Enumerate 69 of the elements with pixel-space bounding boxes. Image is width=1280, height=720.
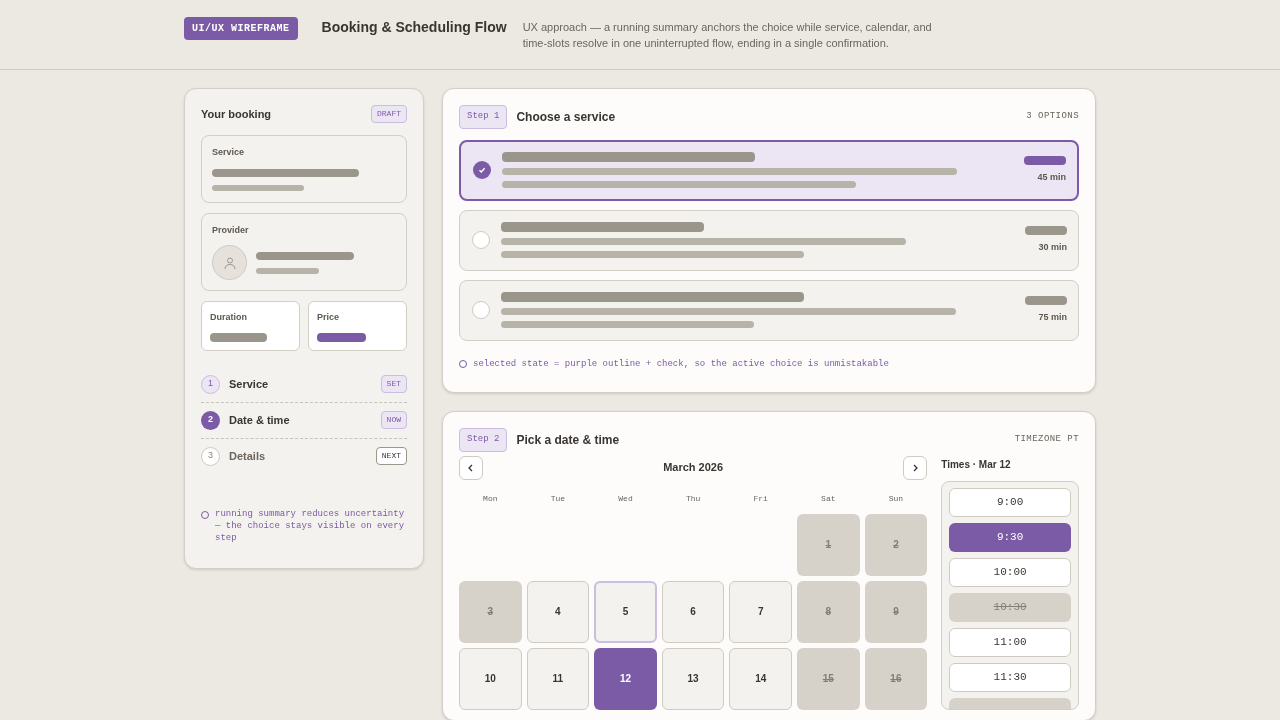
month-label: March 2026 [663, 460, 724, 476]
step-number: 2 [201, 410, 220, 430]
step-badge: Step 1 [459, 105, 508, 129]
step-tag: SET [380, 375, 407, 393]
weekday-label: Tue [549, 492, 567, 505]
skeleton-line [256, 267, 319, 274]
duration-text: 30 min [1038, 240, 1067, 254]
avatar-icon [212, 245, 247, 280]
time-slot[interactable]: 9:00 [949, 487, 1071, 517]
service-option[interactable]: 30 min [459, 209, 1079, 271]
skeleton-line [210, 332, 267, 342]
step-label: Details [229, 448, 266, 464]
price-bar [1024, 155, 1066, 165]
chevron-left-icon [467, 463, 475, 472]
times-title: Times · Mar 12 [941, 457, 1012, 472]
time-slot[interactable]: 9:30 [949, 522, 1071, 552]
calendar-day[interactable]: 5 [594, 580, 657, 643]
step-label: Service [229, 376, 269, 392]
weekday-label: Thu [684, 492, 702, 505]
calendar-day[interactable]: 10 [459, 647, 522, 710]
wireframe-badge: UI/UX WIREFRAME [184, 17, 298, 40]
field-label: Provider [212, 223, 250, 237]
price-bar [317, 332, 366, 342]
duration-text: 75 min [1038, 310, 1067, 324]
section-title: Pick a date & time [516, 431, 620, 449]
service-option[interactable]: 75 min [459, 279, 1079, 341]
price-bar [1025, 295, 1067, 305]
radio-icon [472, 301, 490, 319]
calendar-day[interactable]: 6 [661, 580, 725, 643]
status-badge: DRAFT [371, 105, 407, 123]
page-title: Booking & Scheduling Flow [321, 18, 507, 37]
next-month-button[interactable] [903, 455, 928, 480]
service-option[interactable]: 45 min [459, 139, 1079, 201]
duration-text: 45 min [1037, 170, 1066, 184]
calendar-day[interactable]: 12 [594, 647, 657, 710]
time-slot[interactable]: 11:00 [949, 627, 1071, 657]
step-tag: NEXT [375, 447, 407, 465]
design-note: selected state = purple outline + check, so the active choice is unmistakable [473, 357, 889, 371]
calendar-day[interactable]: 14 [729, 647, 792, 710]
weekday-label: Sun [887, 492, 905, 505]
page-description: UX approach — a running summary anchors the choice while service, calendar, and time-slots resolve in one uninterrupted flow, ending in a single confirmation. [522, 20, 933, 51]
weekday-label: Fri [752, 492, 769, 505]
price-bar [1025, 225, 1067, 235]
radio-icon [472, 231, 490, 249]
weekday-label: Wed [617, 492, 634, 505]
option-count: 3 OPTIONS [1026, 110, 1079, 123]
field-label: Price [317, 311, 341, 324]
step-tag: NOW [380, 411, 407, 429]
time-slot[interactable]: 11:30 [949, 662, 1071, 692]
field-label: Service [212, 146, 246, 159]
time-slot[interactable]: 10:00 [949, 557, 1071, 587]
field-label: Duration [210, 311, 248, 324]
calendar-day[interactable]: 11 [526, 647, 590, 710]
step-label: Date & time [229, 412, 290, 428]
design-note: running summary reduces uncertainty — the choice stays visible on every step [215, 507, 406, 544]
calendar-day[interactable]: 4 [526, 580, 590, 643]
timezone-label: TIMEZONE PT [1014, 433, 1079, 446]
calendar-day[interactable]: 13 [661, 647, 725, 710]
calendar-day[interactable]: 7 [729, 580, 792, 643]
step-number: 1 [201, 374, 220, 394]
weekday-label: Mon [482, 492, 499, 505]
chevron-right-icon [911, 463, 920, 472]
weekday-label: Sat [820, 492, 837, 505]
summary-title: Your booking [201, 106, 272, 122]
check-icon [473, 161, 491, 179]
step-number: 3 [201, 446, 220, 466]
section-title: Choose a service [516, 108, 616, 126]
step-badge: Step 2 [459, 428, 508, 452]
previous-month-button[interactable] [459, 455, 483, 480]
